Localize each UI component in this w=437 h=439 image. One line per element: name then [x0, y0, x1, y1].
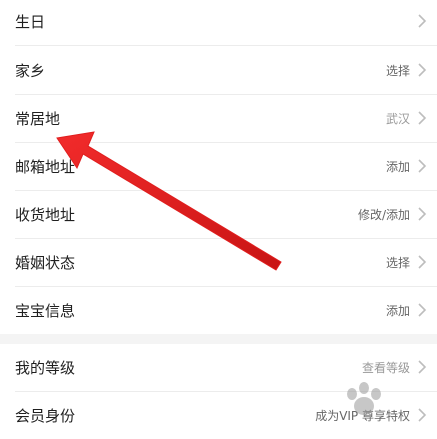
row-email-value: 添加	[385, 159, 410, 174]
row-membership-value: 成为VIP 尊享特权	[315, 408, 410, 423]
chevron-right-icon	[418, 303, 427, 317]
row-residence[interactable]: 常居地 武汉	[0, 94, 437, 142]
row-email[interactable]: 邮箱地址 添加	[0, 142, 437, 190]
row-residence-value: 武汉	[385, 111, 410, 126]
chevron-right-icon	[418, 159, 427, 173]
profile-settings-screen: 生日 家乡 选择 常居地 武汉 邮箱地址 添加 收货地址 修改/添加 婚姻状态 …	[0, 0, 437, 431]
row-baby-info-value: 添加	[385, 303, 410, 318]
row-birthday[interactable]: 生日	[0, 0, 437, 45]
chevron-right-icon	[418, 408, 427, 422]
chevron-right-icon	[418, 14, 427, 28]
row-membership-label: 会员身份	[15, 406, 76, 425]
chevron-right-icon	[418, 255, 427, 269]
row-marital-status-label: 婚姻状态	[15, 253, 76, 272]
chevron-right-icon	[418, 63, 427, 77]
row-shipping-address[interactable]: 收货地址 修改/添加	[0, 190, 437, 238]
row-residence-label: 常居地	[15, 109, 61, 128]
row-my-level-label: 我的等级	[15, 358, 76, 377]
row-shipping-address-value: 修改/添加	[357, 207, 410, 222]
row-hometown-label: 家乡	[15, 61, 46, 80]
row-email-label: 邮箱地址	[15, 157, 76, 176]
chevron-right-icon	[418, 111, 427, 125]
row-my-level[interactable]: 我的等级 查看等级	[0, 343, 437, 391]
row-my-level-value: 查看等级	[361, 360, 410, 375]
chevron-right-icon	[418, 207, 427, 221]
row-birthday-label: 生日	[15, 12, 46, 31]
row-shipping-address-label: 收货地址	[15, 205, 76, 224]
row-baby-info-label: 宝宝信息	[15, 301, 76, 320]
row-membership[interactable]: 会员身份 成为VIP 尊享特权	[0, 391, 437, 439]
chevron-right-icon	[418, 360, 427, 374]
row-marital-status-value: 选择	[385, 255, 410, 270]
row-hometown[interactable]: 家乡 选择	[0, 46, 437, 94]
row-marital-status[interactable]: 婚姻状态 选择	[0, 238, 437, 286]
row-hometown-value: 选择	[385, 63, 410, 78]
row-baby-info[interactable]: 宝宝信息 添加	[0, 286, 437, 334]
